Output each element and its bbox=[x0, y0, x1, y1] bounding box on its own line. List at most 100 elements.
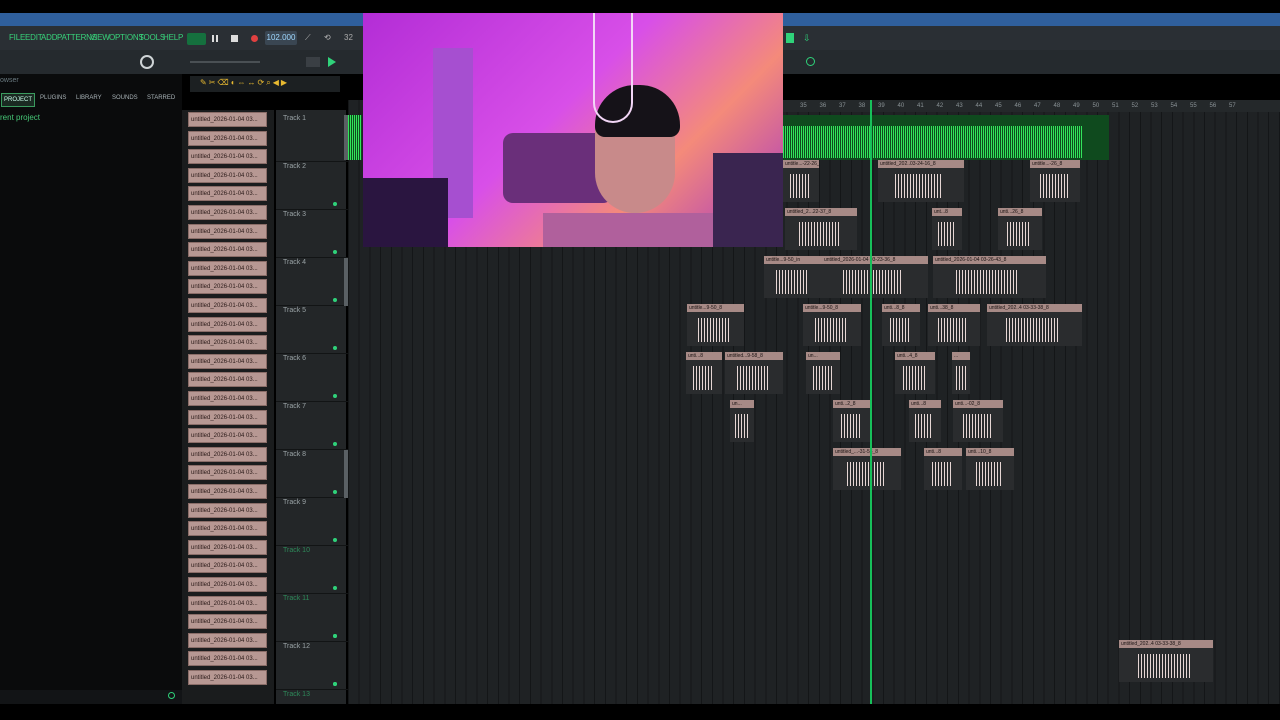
download-icon[interactable]: ⇩ bbox=[803, 33, 813, 43]
audio-clip[interactable]: untitle...9-50_in bbox=[764, 256, 824, 298]
pattern-item[interactable]: untitled_2026-01-04 03... bbox=[188, 521, 267, 537]
audio-clip[interactable]: unti...38_8 bbox=[928, 304, 980, 346]
pattern-item[interactable]: untitled_2026-01-04 03... bbox=[188, 409, 267, 425]
track-mute-dot[interactable] bbox=[333, 682, 337, 686]
audio-clip[interactable]: unt...8 bbox=[932, 208, 962, 250]
pattern-item[interactable]: untitled_2026-01-04 03... bbox=[188, 391, 267, 406]
menu-tools[interactable]: TOOLS bbox=[139, 33, 165, 42]
audio-clip[interactable]: unti...26_8 bbox=[998, 208, 1042, 250]
audio-clip[interactable]: unti...8 bbox=[686, 352, 722, 394]
stop-icon[interactable] bbox=[231, 35, 238, 42]
track-mute-dot[interactable] bbox=[333, 202, 337, 206]
audio-clip[interactable]: ... bbox=[952, 352, 970, 394]
pattern-item[interactable]: untitled_2026-01-04 03... bbox=[188, 502, 267, 518]
pattern-item[interactable]: untitled_2026-01-04 03... bbox=[188, 632, 267, 648]
pattern-item[interactable]: untitled_2026-01-04 03... bbox=[188, 316, 267, 332]
audio-clip-track1-left[interactable] bbox=[348, 115, 362, 160]
pattern-item[interactable]: untitled_2026-01-04 03... bbox=[188, 205, 267, 220]
track-label[interactable]: Track 1 bbox=[283, 115, 306, 122]
pattern-item[interactable]: untitled_2026-01-04 03... bbox=[188, 558, 267, 574]
pattern-item[interactable]: untitled_2026-01-04 03... bbox=[188, 372, 267, 388]
track-label[interactable]: Track 8 bbox=[283, 451, 306, 458]
arrow-right-icon[interactable] bbox=[328, 57, 336, 67]
audio-clip[interactable]: untitled_202..4 03-33-38_8 bbox=[987, 304, 1082, 346]
audio-clip[interactable]: untitle...9-50_8 bbox=[687, 304, 744, 346]
audio-clip[interactable]: untitled_202..03-24-16_8 bbox=[878, 160, 964, 202]
pause-icon[interactable] bbox=[212, 35, 218, 42]
pattern-item[interactable]: untitled_2026-01-04 03... bbox=[188, 112, 267, 127]
pattern-item[interactable]: untitled_2026-01-04 03... bbox=[188, 130, 267, 146]
track-label[interactable]: Track 10 bbox=[283, 547, 310, 554]
pattern-item[interactable]: untitled_2026-01-04 03... bbox=[188, 149, 267, 165]
track-mute-dot[interactable] bbox=[333, 442, 337, 446]
menu-edit[interactable]: EDIT bbox=[25, 33, 43, 42]
track-mute-dot[interactable] bbox=[333, 394, 337, 398]
track-mute-dot[interactable] bbox=[333, 634, 337, 638]
audio-clip[interactable]: unti...8 bbox=[924, 448, 962, 490]
tempo-display[interactable]: 102.000 bbox=[265, 31, 297, 45]
audio-clip[interactable]: untitled_2...22-37_8 bbox=[785, 208, 857, 250]
pattern-item[interactable]: untitled_2026-01-04 03... bbox=[188, 279, 267, 295]
tab-plugins[interactable]: PLUGINS bbox=[40, 95, 66, 101]
pattern-item[interactable]: untitled_2026-01-04 03... bbox=[188, 167, 267, 183]
audio-clip[interactable]: unti...8 bbox=[909, 400, 941, 442]
audio-clip[interactable]: untitle...-22-26_8 bbox=[783, 160, 819, 202]
audio-clip[interactable]: un... bbox=[730, 400, 754, 442]
loop-icon[interactable]: ⟲ bbox=[324, 33, 336, 43]
audio-clip[interactable]: unti...10_8 bbox=[966, 448, 1014, 490]
audio-clip[interactable]: untitled_202..4 03-33-38_8 bbox=[1119, 640, 1213, 682]
tab-library[interactable]: LIBRARY bbox=[76, 95, 102, 101]
audio-clip[interactable]: untitled_...-31-55_8 bbox=[833, 448, 901, 490]
globe-icon[interactable] bbox=[806, 57, 815, 66]
menu-help[interactable]: HELP bbox=[163, 33, 183, 42]
edit-tools-icons[interactable]: ✎✂⌫◐⇔↔⟳⌕◀▶ bbox=[200, 78, 340, 88]
audio-clip[interactable]: un... bbox=[806, 352, 840, 394]
audio-clip[interactable]: untitled_2026-01-04 03-23-36_8 bbox=[822, 256, 928, 298]
pattern-item[interactable]: untitled_2026-01-04 03... bbox=[188, 465, 267, 481]
search-icon[interactable] bbox=[168, 692, 175, 699]
track-label[interactable]: Track 7 bbox=[283, 403, 306, 410]
track-mute-dot[interactable] bbox=[333, 586, 337, 590]
track-mute-dot[interactable] bbox=[333, 298, 337, 302]
tab-starred[interactable]: STARRED bbox=[147, 95, 175, 101]
pattern-item[interactable]: untitled_2026-01-04 03... bbox=[188, 242, 267, 258]
track-label[interactable]: Track 4 bbox=[283, 259, 306, 266]
pattern-item[interactable]: untitled_2026-01-04 03... bbox=[188, 484, 267, 499]
track-label[interactable]: Track 9 bbox=[283, 499, 306, 506]
audio-clip[interactable]: untitle...9-50_8 bbox=[803, 304, 861, 346]
audio-clip[interactable]: untitled_2026-01-04 03-26-43_8 bbox=[933, 256, 1046, 298]
browser-search-bar[interactable] bbox=[0, 690, 182, 704]
track-mute-dot[interactable] bbox=[333, 538, 337, 542]
pattern-item[interactable]: untitled_2026-01-04 03... bbox=[188, 446, 267, 462]
pattern-item[interactable]: untitled_2026-01-04 03... bbox=[188, 428, 267, 444]
track-label[interactable]: Track 11 bbox=[283, 595, 309, 602]
metronome-icon[interactable]: ⟋ bbox=[305, 33, 317, 43]
current-project-item[interactable]: rent project bbox=[0, 113, 40, 122]
snap-icon[interactable] bbox=[306, 57, 320, 67]
pattern-item[interactable]: untitled_2026-01-04 03... bbox=[188, 298, 267, 313]
menu-file[interactable]: FILE bbox=[9, 33, 25, 42]
pattern-item[interactable]: untitled_2026-01-04 03... bbox=[188, 577, 267, 592]
pattern-item[interactable]: untitled_2026-01-04 03... bbox=[188, 260, 267, 276]
pat-song-toggle[interactable] bbox=[187, 33, 206, 45]
audio-clip[interactable]: untitle...-26_8 bbox=[1030, 160, 1080, 202]
audio-clip[interactable]: untitled...9-58_8 bbox=[725, 352, 783, 394]
track-label[interactable]: Track 2 bbox=[283, 163, 306, 170]
track-mute-dot[interactable] bbox=[333, 250, 337, 254]
playhead[interactable] bbox=[870, 100, 872, 704]
tab-project[interactable]: PROJECT bbox=[1, 93, 35, 107]
track-label[interactable]: Track 3 bbox=[283, 211, 306, 218]
pattern-item[interactable]: untitled_2026-01-04 03... bbox=[188, 595, 267, 611]
pattern-item[interactable]: untitled_2026-01-04 03... bbox=[188, 353, 267, 369]
menu-view[interactable]: VIEW bbox=[90, 33, 110, 42]
record-icon[interactable] bbox=[251, 35, 258, 42]
master-volume-knob[interactable] bbox=[140, 55, 154, 69]
pattern-item[interactable]: untitled_2026-01-04 03... bbox=[188, 223, 267, 239]
pattern-item[interactable]: untitled_2026-01-04 03... bbox=[188, 614, 267, 630]
audio-clip[interactable]: unti...-02_8 bbox=[953, 400, 1003, 442]
pattern-item[interactable]: untitled_2026-01-04 03... bbox=[188, 670, 267, 685]
audio-clip[interactable]: unti...2_8 bbox=[833, 400, 871, 442]
track-mute-dot[interactable] bbox=[333, 346, 337, 350]
track-label[interactable]: Track 12 bbox=[283, 643, 310, 650]
pattern-item[interactable]: untitled_2026-01-04 03... bbox=[188, 335, 267, 351]
